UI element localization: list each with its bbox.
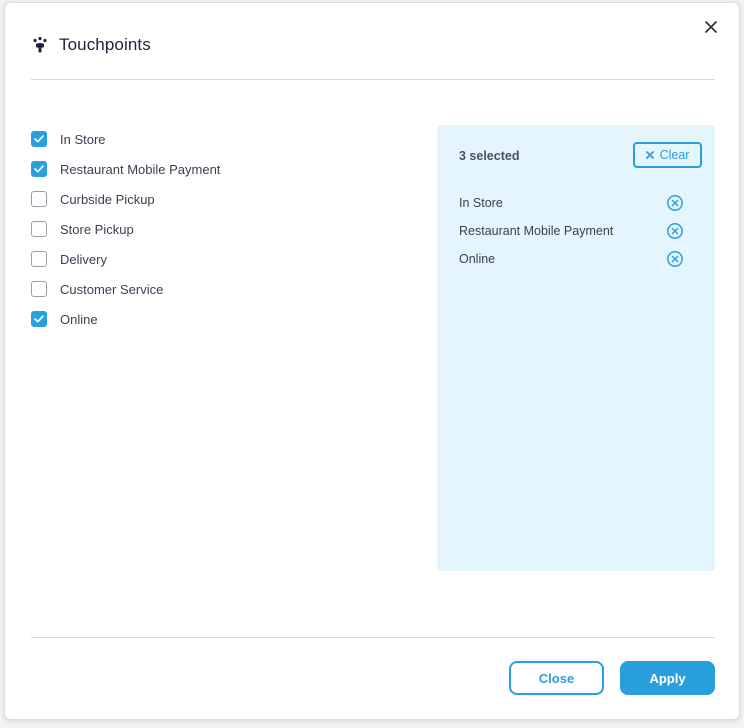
header-divider	[31, 79, 715, 80]
option-label: In Store	[60, 131, 106, 147]
checkbox-checked[interactable]	[31, 161, 47, 177]
option-label: Store Pickup	[60, 221, 134, 237]
option-online[interactable]: Online	[31, 304, 220, 334]
option-delivery[interactable]: Delivery	[31, 244, 220, 274]
selected-item: Restaurant Mobile Payment	[459, 217, 684, 245]
remove-circle-icon[interactable]	[666, 250, 684, 268]
remove-circle-icon[interactable]	[666, 222, 684, 240]
clear-button[interactable]: Clear	[633, 142, 702, 168]
checkbox-unchecked[interactable]	[31, 281, 47, 297]
selected-item: In Store	[459, 189, 684, 217]
selected-panel: 3 selected Clear In Store Restaurant Mob…	[437, 125, 715, 571]
touchpoint-options: In Store Restaurant Mobile Payment Curbs…	[31, 124, 220, 334]
touchpoints-dialog: Touchpoints In Store Restaurant Mobile P…	[4, 2, 740, 720]
touchpoints-icon	[31, 36, 49, 54]
close-icon[interactable]	[701, 17, 721, 37]
footer-divider	[31, 637, 715, 638]
option-curbside-pickup[interactable]: Curbside Pickup	[31, 184, 220, 214]
option-customer-service[interactable]: Customer Service	[31, 274, 220, 304]
checkbox-unchecked[interactable]	[31, 221, 47, 237]
checkbox-unchecked[interactable]	[31, 251, 47, 267]
checkbox-checked[interactable]	[31, 131, 47, 147]
selected-item-label: Restaurant Mobile Payment	[459, 224, 614, 238]
option-in-store[interactable]: In Store	[31, 124, 220, 154]
option-label: Online	[60, 311, 98, 327]
option-restaurant-mobile-payment[interactable]: Restaurant Mobile Payment	[31, 154, 220, 184]
dialog-header: Touchpoints	[31, 35, 151, 55]
selected-item-label: In Store	[459, 196, 503, 210]
option-store-pickup[interactable]: Store Pickup	[31, 214, 220, 244]
clear-label: Clear	[659, 148, 690, 162]
selected-item-label: Online	[459, 252, 496, 266]
clear-x-icon	[645, 151, 654, 159]
selected-list: In Store Restaurant Mobile Payment Onlin…	[459, 189, 684, 273]
close-button[interactable]: Close	[509, 661, 604, 695]
option-label: Restaurant Mobile Payment	[60, 161, 221, 177]
dialog-title: Touchpoints	[59, 35, 151, 54]
selected-item: Online	[459, 245, 684, 273]
checkbox-checked[interactable]	[31, 311, 47, 327]
option-label: Delivery	[60, 251, 107, 267]
option-label: Customer Service	[60, 281, 164, 297]
selected-count: 3 selected	[459, 149, 520, 163]
checkbox-unchecked[interactable]	[31, 191, 47, 207]
option-label: Curbside Pickup	[60, 191, 155, 207]
apply-button[interactable]: Apply	[620, 661, 715, 695]
remove-circle-icon[interactable]	[666, 194, 684, 212]
